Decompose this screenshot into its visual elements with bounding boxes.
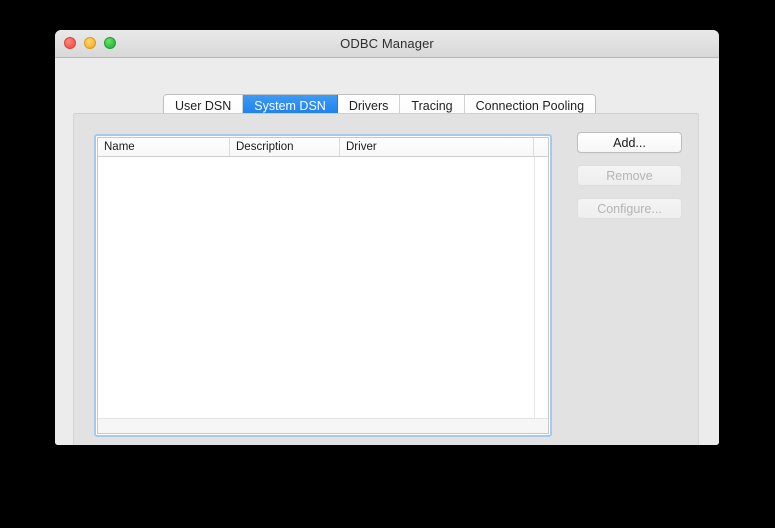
dsn-table-header: Name Description Driver xyxy=(98,138,548,157)
window-titlebar[interactable]: ODBC Manager xyxy=(55,30,719,58)
dsn-table-body[interactable] xyxy=(98,157,548,433)
column-header-driver[interactable]: Driver xyxy=(340,138,534,156)
configure-button: Configure... xyxy=(577,198,682,219)
action-button-stack: Add... Remove Configure... xyxy=(577,132,682,219)
window-body: User DSN System DSN Drivers Tracing Conn… xyxy=(55,58,719,445)
column-header-description[interactable]: Description xyxy=(230,138,340,156)
vertical-scrollbar[interactable] xyxy=(534,157,548,433)
tab-content-panel: Name Description Driver Add... Remov xyxy=(73,113,699,445)
desktop-background: ODBC Manager User DSN System DSN Drivers… xyxy=(0,0,775,528)
table-bottom-strip xyxy=(98,418,548,433)
add-button[interactable]: Add... xyxy=(577,132,682,153)
odbc-manager-window: ODBC Manager User DSN System DSN Drivers… xyxy=(55,30,719,445)
window-title: ODBC Manager xyxy=(55,30,719,57)
dsn-table-view[interactable]: Name Description Driver xyxy=(97,137,549,434)
remove-button: Remove xyxy=(577,165,682,186)
dsn-table-focus-ring: Name Description Driver xyxy=(94,134,552,437)
column-header-name[interactable]: Name xyxy=(98,138,230,156)
column-header-spacer xyxy=(534,138,548,156)
